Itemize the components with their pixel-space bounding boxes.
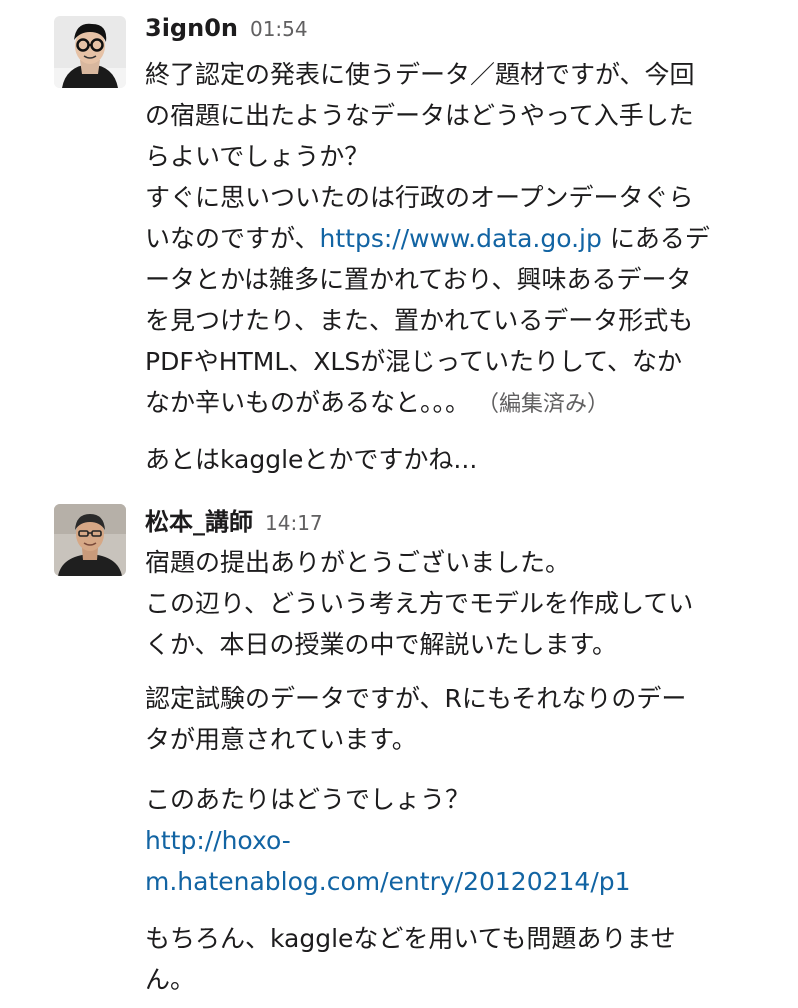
message-text: の宿題に出たようなデータはどうやって入手した (145, 101, 694, 130)
message-text: いなのですが、 (145, 224, 320, 253)
message-text: この辺り、どういう考え方でモデルを作成してい (145, 589, 694, 618)
hoxo-link-line-2: m.hatenablog.com/entry/20120214/p1 (145, 861, 775, 902)
avatar-matsumoto[interactable] (54, 504, 126, 576)
message-header: 松本_講師 14:17 (145, 502, 775, 542)
message-text: 終了認定の発表に使うデータ／題材ですが、今回 (145, 60, 695, 89)
message-text: ータとかは雑多に置かれており、興味あるデータ (145, 265, 692, 294)
message-text: PDFやHTML、XLSが混じっていたりして、なか (145, 347, 682, 376)
message-text: 宿題の提出ありがとうございました。 (145, 548, 571, 577)
message-text: ん。 (145, 965, 196, 994)
data-go-jp-link[interactable]: https://www.data.go.jp (320, 224, 602, 253)
hoxo-blog-link[interactable]: http://hoxo- (145, 826, 291, 855)
edited-label: （編集済み） (488, 392, 610, 417)
message-text: にあるデ (601, 224, 710, 253)
message-text: を見つけたり、また、置かれているデータ形式も (145, 306, 694, 335)
author-name[interactable]: 3ign0n (145, 14, 238, 42)
message-text-with-link: いなのですが、https://www.data.go.jp にあるデ (145, 218, 775, 259)
hoxo-blog-link[interactable]: m.hatenablog.com/entry/20120214/p1 (145, 867, 631, 896)
message-timestamp[interactable]: 01:54 (250, 17, 308, 41)
message-text: もちろん、kaggleなどを用いても問題ありませ (145, 924, 676, 953)
message-text: なか辛いものがあるなと。。。 (145, 388, 471, 417)
message-text: らよいでしょうか？ (145, 142, 370, 171)
message-text: あとはkaggleとかですかね... (145, 445, 478, 474)
message-text: くか、本日の授業の中で解説いたします。 (145, 630, 618, 659)
message-text: このあたりはどうでしょう？ (145, 785, 471, 814)
user-avatar-icon (54, 504, 126, 576)
hoxo-link-line-1: http://hoxo- (145, 820, 775, 861)
avatar-3ign0n[interactable] (54, 16, 126, 88)
message-text: 認定試験のデータですが、Rにもそれなりのデー (145, 684, 687, 713)
message-timestamp[interactable]: 14:17 (265, 511, 323, 535)
author-name[interactable]: 松本_講師 (145, 502, 253, 537)
user-avatar-icon (54, 16, 126, 88)
message-text: すぐに思いついたのは行政のオープンデータぐら (145, 183, 694, 212)
message-text-with-edited: なか辛いものがあるなと。。。 （編集済み） (145, 382, 775, 423)
message-text: タが用意されています。 (145, 725, 417, 754)
message-header: 3ign0n 01:54 (145, 14, 775, 54)
